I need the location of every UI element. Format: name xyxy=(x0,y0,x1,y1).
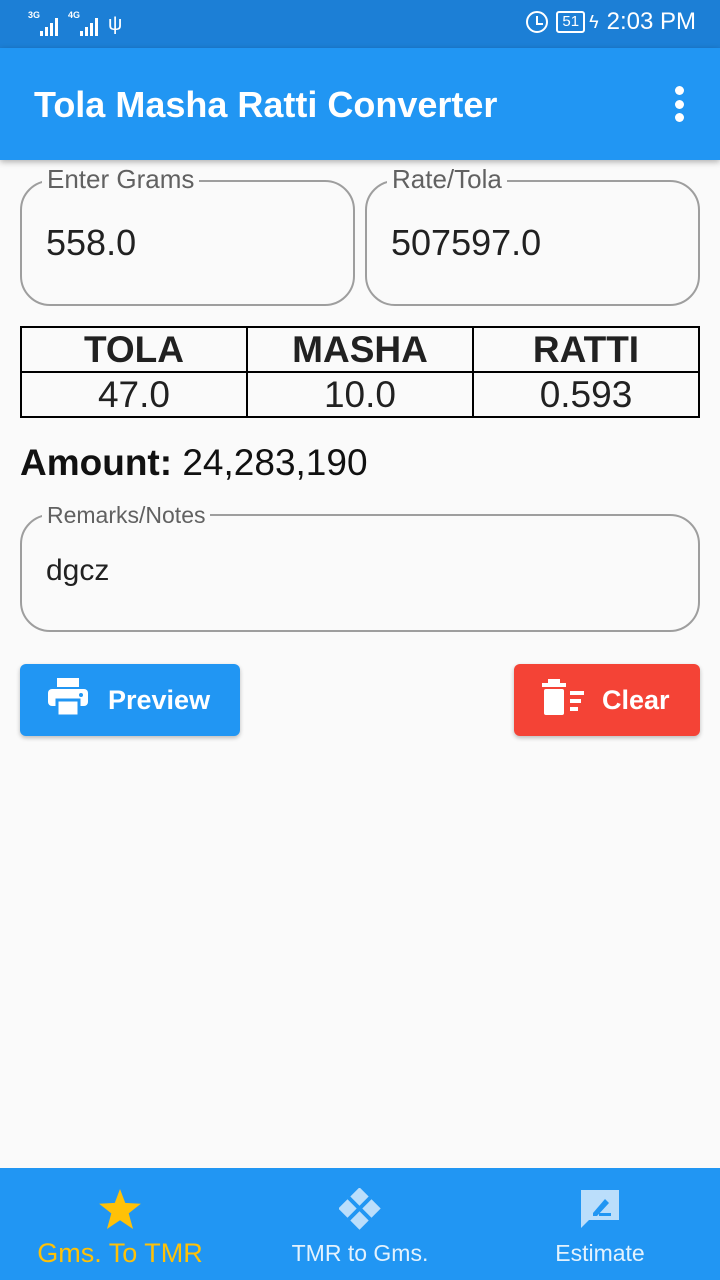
amount-label: Amount: xyxy=(20,442,173,483)
notes-field-label: Remarks/Notes xyxy=(42,500,211,530)
grams-input[interactable]: 558.0 xyxy=(46,222,136,264)
nav-item-gms-to-tmr[interactable]: Gms. To TMR xyxy=(0,1168,240,1280)
amount-value: 24,283,190 xyxy=(182,442,368,483)
usb-icon: ψ xyxy=(108,13,123,35)
signal-icon: 4G xyxy=(68,10,98,36)
estimate-icon xyxy=(579,1188,621,1230)
printer-icon xyxy=(48,677,88,723)
network-type-1: 3G xyxy=(28,10,41,20)
value-tola: 47.0 xyxy=(20,371,248,418)
app-bar: Tola Masha Ratti Converter xyxy=(0,48,720,160)
battery-icon: 51 xyxy=(556,11,586,33)
clear-button[interactable]: Clear xyxy=(514,664,700,736)
notes-input[interactable]: dgcz xyxy=(46,554,109,588)
rate-field-label: Rate/Tola xyxy=(387,164,507,194)
charging-icon: ϟ xyxy=(589,11,599,32)
clear-button-label: Clear xyxy=(602,684,670,715)
grams-field[interactable]: Enter Grams 558.0 xyxy=(20,164,355,306)
status-left: 3G 4G ψ xyxy=(28,10,122,36)
signal-icon: 3G xyxy=(28,10,58,36)
status-bar: 3G 4G ψ 51 ϟ 2:03 PM xyxy=(0,0,720,48)
nav-label: Estimate xyxy=(555,1240,645,1266)
delete-sweep-icon xyxy=(542,678,586,722)
status-right: 51 ϟ 2:03 PM xyxy=(526,8,696,36)
overflow-menu-icon[interactable] xyxy=(672,86,686,122)
notes-field[interactable]: Remarks/Notes dgcz xyxy=(20,500,700,632)
diamond-icon xyxy=(339,1188,381,1230)
nav-item-tmr-to-gms[interactable]: TMR to Gms. xyxy=(240,1168,480,1280)
results-table: TOLA MASHA RATTI 47.0 10.0 0.593 xyxy=(20,326,700,418)
nav-label: Gms. To TMR xyxy=(37,1238,203,1268)
app-title: Tola Masha Ratti Converter xyxy=(34,84,498,125)
bottom-nav: Gms. To TMR TMR to Gms. Estimate xyxy=(0,1168,720,1280)
nav-label: TMR to Gms. xyxy=(291,1240,429,1266)
amount-text: Amount: 24,283,190 xyxy=(20,442,368,484)
nav-item-estimate[interactable]: Estimate xyxy=(480,1168,720,1280)
table-header-row: TOLA MASHA RATTI xyxy=(20,326,700,373)
rate-input[interactable]: 507597.0 xyxy=(391,222,541,264)
table-row: 47.0 10.0 0.593 xyxy=(20,371,700,418)
alarm-icon xyxy=(526,11,549,33)
network-type-2: 4G xyxy=(68,10,81,20)
value-masha: 10.0 xyxy=(246,371,474,418)
header-ratti: RATTI xyxy=(472,326,700,373)
star-icon xyxy=(99,1188,141,1230)
header-masha: MASHA xyxy=(246,326,474,373)
preview-button[interactable]: Preview xyxy=(20,664,240,736)
preview-button-label: Preview xyxy=(108,684,211,715)
rate-field[interactable]: Rate/Tola 507597.0 xyxy=(365,164,700,306)
grams-field-label: Enter Grams xyxy=(42,164,200,194)
value-ratti: 0.593 xyxy=(472,371,700,418)
status-time: 2:03 PM xyxy=(606,8,696,35)
header-tola: TOLA xyxy=(20,326,248,373)
